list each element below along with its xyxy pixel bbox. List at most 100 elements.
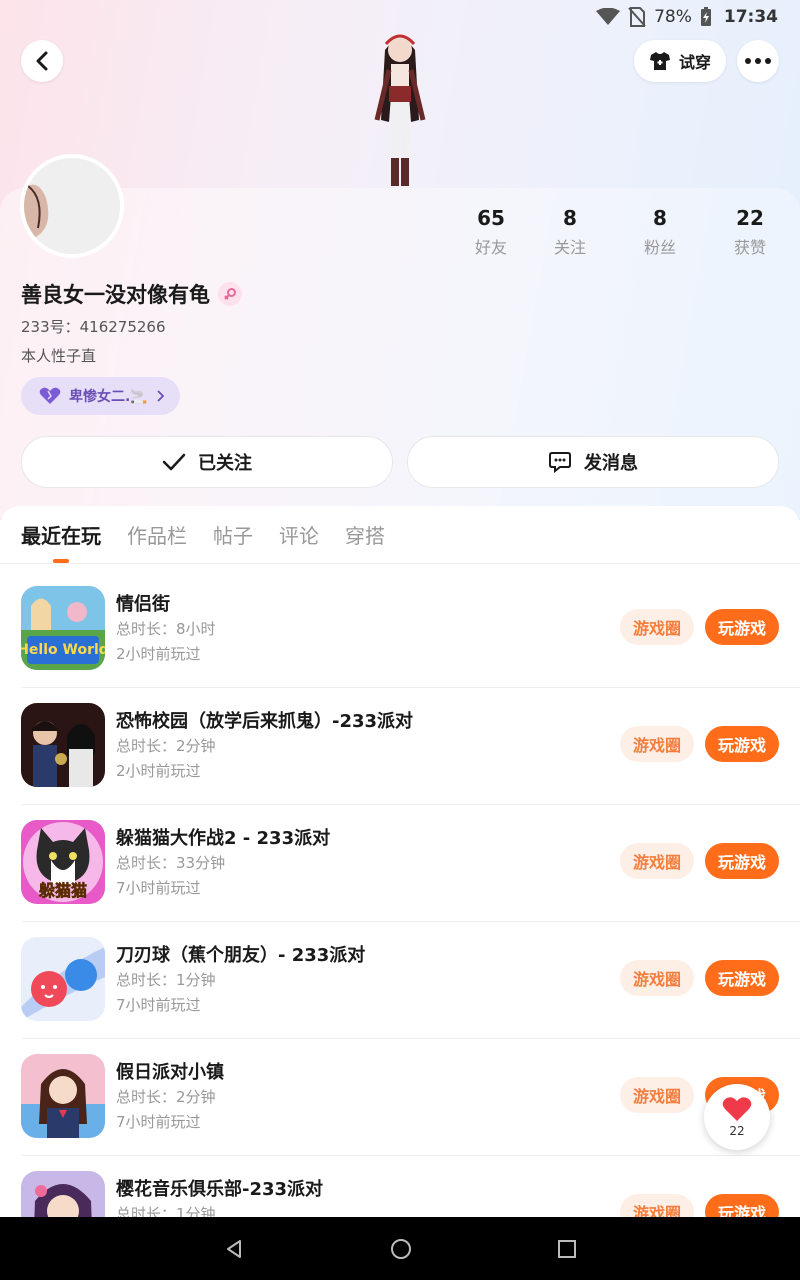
game-total-duration: 总时长：8小时 [116, 620, 216, 638]
relationship-tag-label: 卑惨女二.🚬 [69, 389, 148, 405]
game-list-item[interactable]: 假日派对小镇 总时长：2分钟 7小时前玩过 游戏圈 玩游戏 [0, 1054, 800, 1171]
avatar[interactable] [20, 154, 124, 258]
game-title: 恐怖校园（放学后来抓鬼）-233派对 [116, 711, 414, 732]
game-icon [21, 1054, 105, 1138]
row-divider [21, 804, 800, 805]
game-title: 躲猫猫大作战2 - 233派对 [116, 828, 331, 849]
play-game-button[interactable]: 玩游戏 [705, 726, 779, 762]
game-last-played: 2小时前玩过 [116, 762, 201, 780]
avatar-3d-figure[interactable] [355, 30, 445, 190]
game-circle-button[interactable]: 游戏圈 [620, 726, 694, 762]
game-last-played: 7小时前玩过 [116, 879, 201, 897]
nav-recents-icon[interactable] [558, 1239, 576, 1258]
stat-value: 65 [477, 206, 505, 230]
profile-stats: 65 好友 8 关注 8 粉丝 22 获赞 [450, 206, 800, 262]
game-icon: Hello World [21, 586, 105, 670]
game-circle-button[interactable]: 游戏圈 [620, 960, 694, 996]
game-icon [21, 703, 105, 787]
user-bio: 本人性子直 [21, 347, 97, 365]
stat-value: 8 [653, 206, 667, 230]
heart-icon [722, 1097, 752, 1121]
try-on-label: 试穿 [678, 53, 711, 72]
chat-bubble-icon [549, 452, 571, 473]
game-total-duration: 总时长：1分钟 [116, 971, 216, 989]
play-game-button[interactable]: 玩游戏 [705, 960, 779, 996]
clock: 17:34 [723, 7, 778, 27]
game-list-item[interactable]: Hello World 情侣街 总时长：8小时 2小时前玩过 游戏圈 玩游戏 [0, 586, 800, 703]
tab-comments[interactable]: 评论 [279, 518, 319, 558]
status-bar: 78% 17:34 [0, 0, 800, 34]
game-circle-button[interactable]: 游戏圈 [620, 843, 694, 879]
game-title: 假日派对小镇 [116, 1062, 224, 1083]
row-divider [21, 1038, 800, 1039]
game-last-played: 2小时前玩过 [116, 645, 201, 663]
game-icon [21, 937, 105, 1021]
purple-heart-icon [39, 387, 61, 404]
stat-value: 8 [563, 206, 577, 230]
more-dots-icon [745, 58, 771, 64]
avatar-image [24, 158, 120, 254]
game-title: 樱花音乐俱乐部-233派对 [116, 1179, 324, 1200]
play-game-button[interactable]: 玩游戏 [705, 609, 779, 645]
tab-outfits[interactable]: 穿搭 [345, 518, 385, 558]
battery-charging-icon [700, 7, 711, 26]
game-list-item[interactable]: 刀刃球（蕉个朋友）- 233派对 总时长：1分钟 7小时前玩过 游戏圈 玩游戏 [0, 937, 800, 1054]
tab-recently-played[interactable]: 最近在玩 [21, 518, 101, 558]
nickname-text: 善良女一没对像有龟 [21, 283, 210, 307]
more-options-button[interactable] [737, 40, 779, 82]
stat-friends[interactable]: 65 好友 [451, 206, 531, 258]
try-on-button[interactable]: 试穿 [634, 40, 726, 82]
stat-value: 22 [736, 206, 764, 230]
row-divider [21, 687, 800, 688]
game-total-duration: 总时长：2分钟 [116, 737, 216, 755]
floating-like-button[interactable]: 22 [704, 1084, 770, 1150]
game-list-item[interactable]: 躲猫猫 躲猫猫大作战2 - 233派对 总时长：33分钟 7小时前玩过 游戏圈 … [0, 820, 800, 937]
game-total-duration: 总时长：2分钟 [116, 1088, 216, 1106]
followed-button[interactable]: 已关注 [21, 436, 393, 488]
checkmark-icon [162, 453, 186, 471]
stat-following[interactable]: 8 关注 [530, 206, 610, 258]
shirt-icon [649, 52, 670, 70]
like-count: 22 [729, 1124, 745, 1138]
nickname: 善良女一没对像有龟 [21, 279, 242, 309]
game-last-played: 7小时前玩过 [116, 996, 201, 1014]
system-navigation-bar [0, 1217, 800, 1280]
stat-followers[interactable]: 8 粉丝 [620, 206, 700, 258]
game-circle-button[interactable]: 游戏圈 [620, 609, 694, 645]
game-icon: 躲猫猫 [21, 820, 105, 904]
nav-back-icon[interactable] [224, 1239, 244, 1259]
tab-works[interactable]: 作品栏 [127, 518, 187, 558]
game-circle-button[interactable]: 游戏圈 [620, 1077, 694, 1113]
chevron-left-icon [36, 51, 48, 71]
stat-label: 获赞 [733, 238, 766, 257]
back-button[interactable] [21, 40, 63, 82]
nav-home-icon[interactable] [390, 1238, 412, 1260]
stat-label: 好友 [474, 238, 507, 257]
user-id: 233号：416275266 [21, 318, 166, 336]
game-title: 情侣街 [116, 594, 170, 615]
female-gender-icon [218, 282, 242, 306]
send-message-label: 发消息 [584, 453, 638, 474]
game-total-duration: 总时长：33分钟 [116, 854, 226, 872]
game-last-played: 7小时前玩过 [116, 1113, 201, 1131]
game-title: 刀刃球（蕉个朋友）- 233派对 [116, 945, 366, 966]
wifi-icon [596, 8, 621, 25]
game-list-item[interactable]: 恐怖校园（放学后来抓鬼）-233派对 总时长：2分钟 2小时前玩过 游戏圈 玩游… [0, 703, 800, 820]
tabs-divider [0, 563, 800, 564]
relationship-tag[interactable]: 卑惨女二.🚬 [21, 377, 180, 415]
row-divider [21, 921, 800, 922]
profile-tabs: 最近在玩 作品栏 帖子 评论 穿搭 [21, 518, 385, 558]
play-game-button[interactable]: 玩游戏 [705, 843, 779, 879]
stat-likes[interactable]: 22 获赞 [710, 206, 790, 258]
followed-label: 已关注 [198, 453, 252, 474]
stat-label: 粉丝 [643, 238, 676, 257]
battery-percent: 78% [654, 7, 692, 27]
tab-posts[interactable]: 帖子 [213, 518, 253, 558]
no-sim-icon [628, 7, 646, 27]
stat-label: 关注 [553, 238, 586, 257]
send-message-button[interactable]: 发消息 [407, 436, 779, 488]
game-icon-text: 躲猫猫 [39, 881, 87, 900]
row-divider [21, 1155, 800, 1156]
chevron-right-icon [157, 390, 164, 402]
game-icon-text: Hello World [21, 642, 105, 658]
